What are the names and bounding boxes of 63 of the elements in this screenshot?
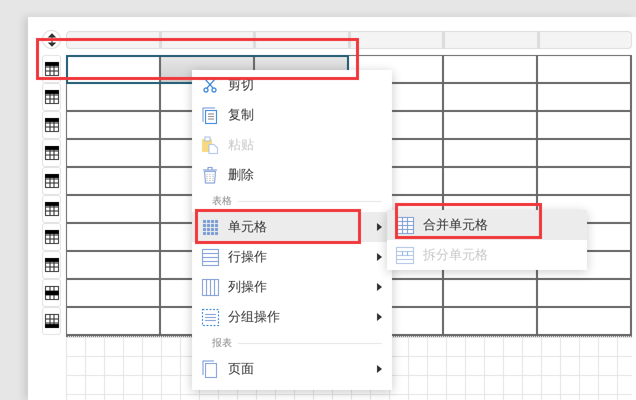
menu-item[interactable]: 页面 (192, 354, 392, 384)
row-handle[interactable] (42, 83, 61, 111)
clipboard-icon (202, 136, 218, 154)
table-cell[interactable] (444, 280, 538, 308)
band-middle-icon (44, 286, 58, 300)
band-top-icon (44, 90, 58, 104)
menu-item[interactable]: 分组操作 (192, 302, 392, 332)
band-top-icon (44, 230, 58, 244)
menu-item[interactable]: 删除 (192, 160, 392, 190)
table-cell[interactable] (444, 308, 538, 336)
dashed-list-icon (202, 308, 218, 326)
row-handle[interactable] (42, 307, 61, 335)
row-handle[interactable] (42, 251, 61, 279)
section-heading: 报表 (211, 336, 233, 350)
table-cell[interactable] (67, 280, 162, 308)
table-cell[interactable] (444, 112, 538, 140)
row-handle[interactable] (42, 139, 61, 167)
table-cell[interactable] (67, 140, 162, 168)
page-icon (202, 360, 218, 378)
table-cell[interactable] (538, 140, 632, 168)
row-handle[interactable] (42, 279, 61, 307)
columns-icon (202, 278, 218, 296)
row-handle[interactable] (42, 167, 61, 195)
table-cell[interactable] (67, 196, 162, 224)
table-cell[interactable] (444, 140, 538, 168)
table-cell[interactable] (538, 84, 632, 112)
scissors-icon (202, 77, 218, 93)
table-cell[interactable] (538, 56, 632, 84)
table-cell[interactable] (444, 84, 538, 112)
band-bottom-icon (44, 314, 58, 328)
band-top-icon (44, 118, 58, 132)
menu-item[interactable]: 复制 (192, 100, 392, 130)
table-cell[interactable] (538, 112, 632, 140)
table-cell[interactable] (444, 56, 538, 84)
rows-icon (202, 248, 218, 266)
table-cell[interactable] (67, 112, 162, 140)
band-top-icon (44, 258, 58, 272)
vertical-arrows-icon (46, 32, 56, 46)
table-cell[interactable] (538, 280, 632, 308)
row-handle[interactable] (42, 223, 61, 251)
table-cell[interactable] (67, 224, 162, 252)
table-cell[interactable] (538, 308, 632, 336)
table-cell[interactable] (67, 84, 162, 112)
section-heading: 表格 (211, 194, 233, 208)
table-cell[interactable] (444, 168, 538, 196)
band-top-icon (44, 202, 58, 216)
row-handle[interactable] (42, 111, 61, 139)
table-cell[interactable] (538, 168, 632, 196)
table-cell[interactable] (67, 168, 162, 196)
table-grid-icon (396, 216, 414, 234)
row-handle[interactable] (42, 195, 61, 223)
menu-item[interactable]: 列操作 (192, 272, 392, 302)
table-cell[interactable] (67, 308, 162, 336)
band-top-icon (44, 62, 58, 76)
grid-icon (202, 220, 218, 234)
trash-icon (202, 166, 218, 184)
table-cell[interactable] (67, 252, 162, 280)
band-top-icon (44, 174, 58, 188)
menu-item[interactable]: 合并单元格 (387, 210, 587, 240)
split-table-icon (396, 246, 414, 264)
copy-icon (202, 106, 218, 124)
band-top-icon (44, 146, 58, 160)
column-header[interactable] (350, 31, 444, 49)
